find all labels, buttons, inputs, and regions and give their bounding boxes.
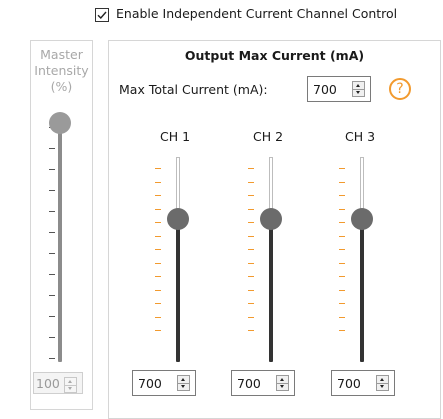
ch1-slider-tick	[155, 209, 161, 210]
ch1-slider-tick	[155, 195, 161, 196]
master-slider-tick	[49, 316, 55, 317]
ch3-slider-tick	[339, 222, 345, 223]
ch1-slider-tick	[155, 168, 161, 169]
master-slider-tick	[49, 358, 55, 359]
spin-up-icon[interactable]	[65, 378, 76, 385]
max-total-current-label: Max Total Current (mA):	[119, 82, 268, 97]
ch2-slider-tick	[248, 263, 254, 264]
max-total-current-input[interactable]: 700	[307, 76, 371, 102]
master-slider-tick	[49, 295, 55, 296]
master-slider-tick	[49, 190, 55, 191]
ch3-slider-tick	[339, 290, 345, 291]
ch1-slider-tick	[155, 317, 161, 318]
ch1-slider-tick	[155, 222, 161, 223]
ch2-slider-thumb[interactable]	[260, 207, 282, 230]
ch2-slider-tick	[248, 168, 254, 169]
master-intensity-title: Master Intensity (%)	[34, 47, 89, 94]
check-icon	[97, 11, 107, 20]
ch1-slider-tick	[155, 276, 161, 277]
ch3-slider-tick	[339, 330, 345, 331]
spin-up-icon[interactable]	[353, 82, 364, 89]
ch1-slider-track-lower	[176, 218, 180, 362]
ch2-slider-tick	[248, 222, 254, 223]
ch3-slider-tick	[339, 195, 345, 196]
ch1-current-spinner[interactable]	[177, 375, 190, 391]
ch3-current-input[interactable]: 700	[331, 370, 395, 396]
ch2-slider-tick	[248, 303, 254, 304]
ch3-slider-tick	[339, 276, 345, 277]
ch3-slider-tick	[339, 317, 345, 318]
ch2-slider-tick	[248, 290, 254, 291]
ch1-slider-tick	[155, 330, 161, 331]
ch2-slider-track-lower	[269, 218, 273, 362]
ch1-slider-tick	[155, 303, 161, 304]
ch3-slider-thumb[interactable]	[351, 207, 373, 230]
ch3-slider-tick	[339, 168, 345, 169]
ch2-label: CH 2	[252, 129, 284, 144]
master-slider-tick	[49, 274, 55, 275]
ch1-slider-tick	[155, 263, 161, 264]
ch1-slider-tick	[155, 249, 161, 250]
ch3-slider-tick	[339, 263, 345, 264]
master-slider-tick	[49, 169, 55, 170]
ch1-slider-tick	[155, 182, 161, 183]
ch3-current-spinner[interactable]	[376, 375, 389, 391]
spin-down-icon[interactable]	[377, 383, 388, 391]
spin-down-icon[interactable]	[353, 89, 364, 97]
master-slider-tick	[49, 211, 55, 212]
spin-up-icon[interactable]	[277, 376, 288, 383]
spin-down-icon[interactable]	[65, 385, 76, 393]
ch2-slider-tick	[248, 182, 254, 183]
master-slider-tick	[49, 148, 55, 149]
ch3-slider-tick	[339, 303, 345, 304]
spin-up-icon[interactable]	[377, 376, 388, 383]
enable-independent-label[interactable]: Enable Independent Current Channel Contr…	[116, 6, 397, 21]
ch2-current-spinner[interactable]	[276, 375, 289, 391]
ch3-label: CH 3	[344, 129, 376, 144]
ch2-slider-tick	[248, 249, 254, 250]
ch1-slider-tick	[155, 236, 161, 237]
ch3-slider-tick	[339, 236, 345, 237]
enable-independent-checkbox[interactable]	[95, 8, 109, 22]
ch1-label: CH 1	[159, 129, 191, 144]
ch2-slider-tick	[248, 195, 254, 196]
ch1-slider-tick	[155, 290, 161, 291]
spin-down-icon[interactable]	[178, 383, 189, 391]
output-max-current-title: Output Max Current (mA)	[184, 48, 365, 63]
max-total-current-spinner[interactable]	[352, 81, 365, 97]
spin-up-icon[interactable]	[178, 376, 189, 383]
ch3-slider-tick	[339, 209, 345, 210]
master-slider-thumb[interactable]	[49, 112, 71, 134]
ch2-slider-tick	[248, 236, 254, 237]
ch2-current-input[interactable]: 700	[231, 370, 295, 396]
ch2-slider-tick	[248, 209, 254, 210]
help-icon[interactable]: ?	[389, 78, 411, 100]
master-slider-tick	[49, 337, 55, 338]
ch2-slider-tick	[248, 276, 254, 277]
ch3-slider-tick	[339, 249, 345, 250]
ch3-slider-track-lower	[360, 218, 364, 362]
ch2-slider-tick	[248, 317, 254, 318]
ch1-slider-thumb[interactable]	[167, 207, 189, 230]
ch1-current-input[interactable]: 700	[132, 370, 196, 396]
ch3-slider-tick	[339, 182, 345, 183]
master-slider-tick	[49, 253, 55, 254]
master-intensity-spinner[interactable]	[64, 377, 77, 393]
master-slider-track	[58, 123, 62, 362]
master-intensity-input[interactable]: 100	[33, 372, 83, 394]
master-slider-tick	[49, 232, 55, 233]
spin-down-icon[interactable]	[277, 383, 288, 391]
ch2-slider-tick	[248, 330, 254, 331]
